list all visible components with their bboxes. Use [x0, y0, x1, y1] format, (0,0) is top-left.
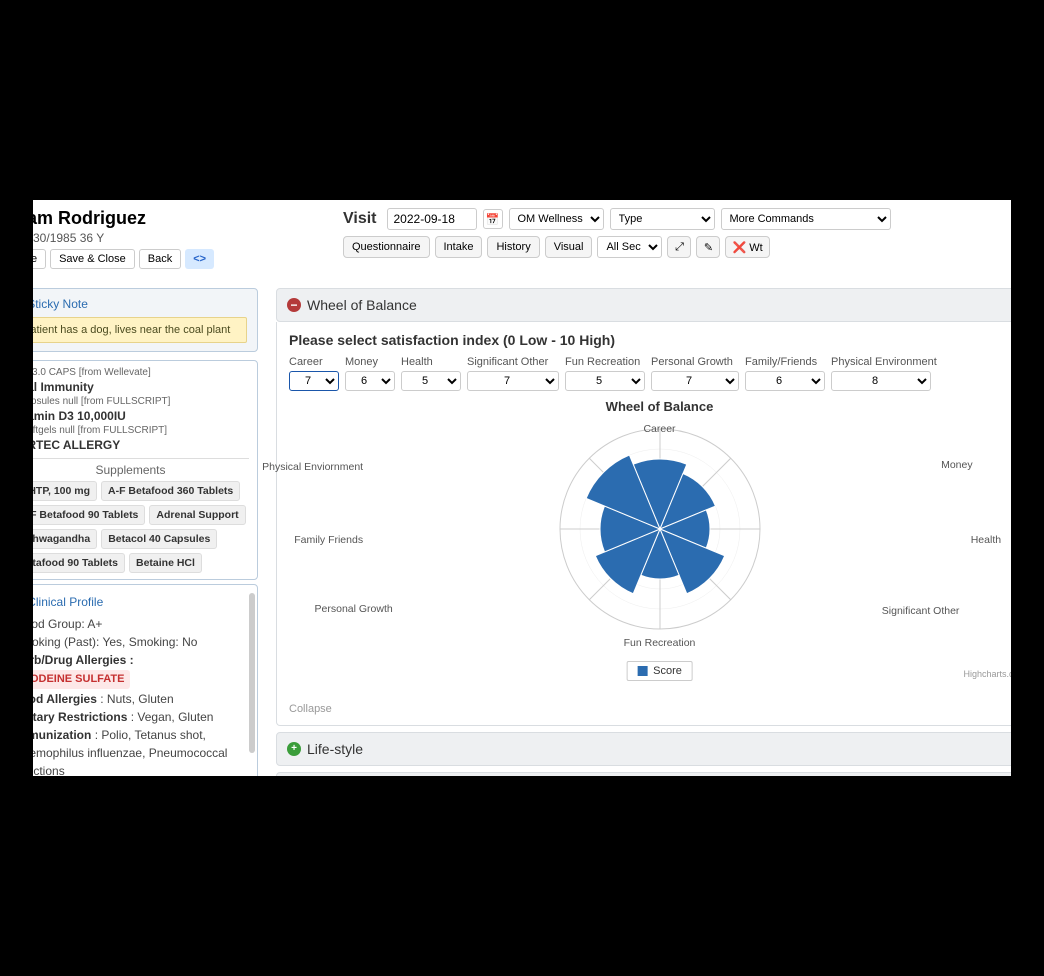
- wheel-select-label: Career: [289, 356, 339, 368]
- instruction: Please select satisfaction index (0 Low …: [289, 332, 1011, 348]
- commands-select[interactable]: More Commands: [721, 208, 891, 230]
- axis-label: Family Friends: [294, 534, 363, 546]
- wheel-value-select[interactable]: 6: [745, 371, 825, 391]
- wheel-value-select[interactable]: 7: [467, 371, 559, 391]
- clinical-profile-header[interactable]: ✎Clinical Profile: [33, 593, 247, 611]
- visit-date[interactable]: [387, 208, 477, 230]
- save-button[interactable]: Save: [33, 249, 46, 269]
- axis-label: Physical Enviornment: [262, 461, 363, 473]
- wheel-select-label: Health: [401, 356, 461, 368]
- supplement-tag[interactable]: Betaine HCl: [129, 553, 202, 573]
- clinical-profile-card: ✎Clinical Profile Blood Group: A+ Smokin…: [33, 584, 258, 776]
- axis-label: Money: [941, 459, 973, 471]
- axis-label: Career: [643, 423, 675, 435]
- supplement-tag[interactable]: Adrenal Support: [149, 505, 245, 525]
- supplement-tag[interactable]: A-F Betafood 90 Tablets: [33, 505, 145, 525]
- axis-label: Significant Other: [882, 605, 960, 617]
- sticky-note-card: ✎Sticky Note Patient has a dog, lives ne…: [33, 288, 258, 352]
- axis-label: Personal Growth: [315, 603, 393, 615]
- med-meta: 1 capsules null [from FULLSCRIPT]: [33, 396, 249, 407]
- sticky-note-header[interactable]: ✎Sticky Note: [33, 297, 247, 311]
- food-allergies: Food Allergies : Nuts, Gluten: [33, 690, 247, 708]
- med-name: Vitamin D3 10,000IU: [33, 409, 249, 423]
- collapse-icon: −: [287, 298, 301, 312]
- supplement-tag[interactable]: Ashwagandha: [33, 529, 97, 549]
- dietary: Dietary Restrictions : Vegan, Gluten: [33, 708, 247, 726]
- supplement-tag[interactable]: Betafood 90 Tablets: [33, 553, 125, 573]
- code-button[interactable]: <>: [185, 249, 214, 269]
- wheel-value-select[interactable]: 7: [651, 371, 739, 391]
- visit-label: Visit: [343, 210, 377, 228]
- wheel-select-label: Physical Environment: [831, 356, 937, 368]
- med-name: Vital Immunity: [33, 380, 249, 394]
- wheel-select-col: Significant Other 7: [467, 356, 559, 391]
- supplement-tag[interactable]: 5-HTP, 100 mg: [33, 481, 97, 501]
- center-select[interactable]: OM Wellness Center: [509, 208, 604, 230]
- save-close-button[interactable]: Save & Close: [50, 249, 135, 269]
- calendar-icon[interactable]: 📅: [483, 209, 503, 229]
- intake-button[interactable]: Intake: [435, 236, 483, 258]
- drug-allergies: Herb/Drug Allergies : CODEINE SULFATE: [33, 651, 247, 690]
- sections-select[interactable]: All Sections: [597, 236, 662, 258]
- wheel-select-col: Fun Recreation 5: [565, 356, 645, 391]
- expand-icon: +: [287, 742, 301, 756]
- wheel-select-label: Money: [345, 356, 395, 368]
- med-name: ZYRTEC ALLERGY: [33, 438, 249, 452]
- panel-drugs[interactable]: + Existing/Current Drugs/Medications/Sup…: [276, 772, 1011, 776]
- wheel-value-select[interactable]: 6: [345, 371, 395, 391]
- blood-group: Blood Group: A+: [33, 615, 247, 633]
- wheel-select-label: Personal Growth: [651, 356, 739, 368]
- supplement-tag[interactable]: A-F Betafood 360 Tablets: [101, 481, 240, 501]
- wheel-select-col: Family/Friends 6: [745, 356, 825, 391]
- wheel-select-label: Significant Other: [467, 356, 559, 368]
- visual-button[interactable]: Visual: [545, 236, 593, 258]
- med-meta: 1 Softgels null [from FULLSCRIPT]: [33, 425, 249, 436]
- wheel-select-col: Career 7: [289, 356, 339, 391]
- wheel-select-col: Money 6: [345, 356, 395, 391]
- back-button[interactable]: Back: [139, 249, 181, 269]
- sticky-note-text: Patient has a dog, lives near the coal p…: [33, 317, 247, 343]
- chart-credit: Highcharts.com: [963, 669, 1011, 679]
- axis-label: Health: [971, 534, 1001, 546]
- smoking: Smoking (Past): Yes, Smoking: No: [33, 633, 247, 651]
- type-select[interactable]: Type: [610, 208, 715, 230]
- wheel-select-label: Fun Recreation: [565, 356, 645, 368]
- chart-title: Wheel of Balance: [289, 399, 1011, 414]
- wt-button[interactable]: ❌ Wt: [725, 236, 769, 258]
- wheel-select-label: Family/Friends: [745, 356, 825, 368]
- immunization: Immunization : Polio, Tetanus shot, Haem…: [33, 726, 247, 777]
- panel-wheel[interactable]: − Wheel of Balance: [276, 288, 1011, 322]
- wheel-value-select[interactable]: 5: [401, 371, 461, 391]
- collapse-link[interactable]: Collapse: [289, 699, 1011, 715]
- history-button[interactable]: History: [487, 236, 539, 258]
- medications-card: true 3.0 CAPS [from Wellevate] Vital Imm…: [33, 360, 258, 580]
- patient-name: Adam Rodriguez: [33, 208, 323, 229]
- med-meta: true 3.0 CAPS [from Wellevate]: [33, 367, 249, 378]
- questionnaire-button[interactable]: Questionnaire: [343, 236, 430, 258]
- wheel-select-col: Health 5: [401, 356, 461, 391]
- axis-label: Fun Recreation: [624, 637, 696, 649]
- scrollbar[interactable]: [249, 593, 255, 753]
- wheel-select-col: Personal Growth 7: [651, 356, 739, 391]
- wheel-value-select[interactable]: 5: [565, 371, 645, 391]
- wheel-value-select[interactable]: 7: [289, 371, 339, 391]
- radar-chart: [550, 419, 770, 639]
- legend: Score: [626, 661, 693, 681]
- wheel-value-select[interactable]: 8: [831, 371, 931, 391]
- supplements-title: Supplements: [33, 458, 249, 477]
- expand-icon[interactable]: ⤢: [667, 236, 691, 258]
- edit-icon[interactable]: ✎: [696, 236, 720, 258]
- panel-lifestyle[interactable]: + Life-style: [276, 732, 1011, 766]
- wheel-panel-body: Please select satisfaction index (0 Low …: [276, 322, 1011, 726]
- wheel-select-col: Physical Environment 8: [831, 356, 937, 391]
- supplement-tag[interactable]: Betacol 40 Capsules: [101, 529, 217, 549]
- patient-meta: M 09/30/1985 36 Y: [33, 231, 323, 245]
